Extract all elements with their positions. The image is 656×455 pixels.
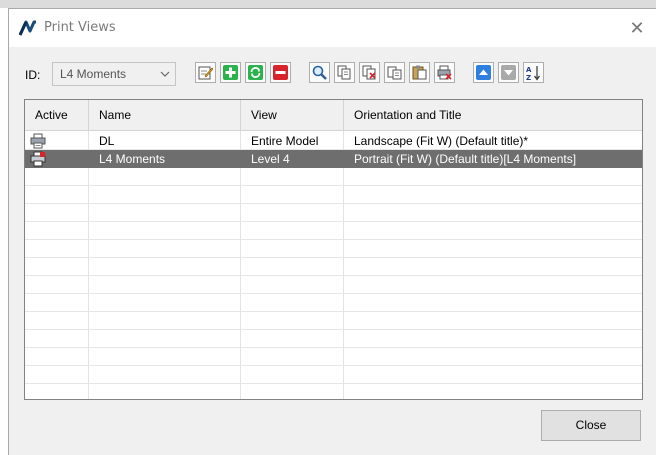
printer-active-icon	[30, 151, 46, 167]
column-divider	[88, 131, 89, 399]
print-views-dialog: Print Views ✕ ID: L4 Moments A Z Active …	[8, 8, 656, 455]
add-view-button[interactable]	[220, 62, 241, 83]
copy-delete-icon	[362, 65, 376, 80]
column-header-name[interactable]: Name	[89, 100, 241, 131]
printer-icon	[30, 133, 46, 149]
svg-text:A: A	[526, 66, 532, 74]
table-row[interactable]: DL Entire Model Landscape (Fit W) (Defau…	[25, 132, 642, 150]
close-button[interactable]: Close	[541, 410, 641, 441]
magnifier-icon	[312, 65, 327, 80]
table-row-selected[interactable]: L4 Moments Level 4 Portrait (Fit W) (Def…	[25, 150, 642, 168]
row-divider	[25, 257, 642, 258]
paste-icon	[412, 65, 427, 80]
row-orientation: Portrait (Fit W) (Default title)[L4 Mome…	[354, 152, 577, 166]
chevron-down-icon	[160, 71, 170, 77]
row-divider	[25, 347, 642, 348]
sort-az-icon: A Z	[526, 66, 540, 81]
row-view: Entire Model	[251, 134, 319, 148]
window-close-button[interactable]: ✕	[622, 14, 652, 42]
refresh-icon	[248, 65, 263, 80]
row-name: L4 Moments	[99, 152, 166, 166]
delete-view-button[interactable]	[270, 62, 291, 83]
move-down-button[interactable]	[498, 62, 519, 83]
print-delete-icon	[437, 65, 452, 80]
arrow-down-icon	[501, 65, 516, 80]
minus-icon	[273, 65, 288, 80]
sort-button[interactable]: A Z	[523, 62, 544, 83]
copy-icon	[337, 65, 351, 80]
copy-delete-button[interactable]	[359, 62, 380, 83]
row-divider	[25, 329, 642, 330]
table-header: Active Name View Orientation and Title	[25, 100, 642, 131]
column-header-view[interactable]: View	[241, 100, 344, 131]
move-up-button[interactable]	[473, 62, 494, 83]
row-view: Level 4	[251, 152, 290, 166]
id-dropdown-value: L4 Moments	[60, 67, 127, 81]
preview-button[interactable]	[309, 62, 330, 83]
row-divider	[25, 293, 642, 294]
column-divider	[343, 131, 344, 399]
id-dropdown[interactable]: L4 Moments	[52, 62, 176, 86]
window-title: Print Views	[44, 20, 116, 35]
row-divider	[25, 221, 642, 222]
paste-button[interactable]	[409, 62, 430, 83]
plus-icon	[223, 65, 238, 80]
edit-icon	[198, 66, 214, 80]
row-divider	[25, 203, 642, 204]
row-divider	[25, 185, 642, 186]
row-name: DL	[99, 134, 115, 148]
column-header-active[interactable]: Active	[25, 100, 89, 131]
paste-list-button[interactable]	[384, 62, 405, 83]
print-views-table[interactable]: Active Name View Orientation and Title D…	[24, 99, 643, 400]
paste-list-icon	[387, 66, 402, 80]
column-header-orientation[interactable]: Orientation and Title	[344, 100, 642, 131]
row-orientation: Landscape (Fit W) (Default title)*	[354, 134, 529, 148]
row-divider	[25, 383, 642, 384]
copy-button[interactable]	[334, 62, 355, 83]
row-divider	[25, 311, 642, 312]
row-divider	[25, 239, 642, 240]
app-logo-icon	[19, 20, 36, 36]
row-divider	[25, 365, 642, 366]
row-divider	[25, 275, 642, 276]
refresh-view-button[interactable]	[245, 62, 266, 83]
svg-text:Z: Z	[526, 74, 531, 81]
title-bar: Print Views ✕	[9, 9, 656, 47]
column-divider	[240, 131, 241, 399]
print-delete-button[interactable]	[434, 62, 455, 83]
background-edge	[0, 0, 656, 8]
id-label: ID:	[25, 68, 41, 82]
arrow-up-icon	[476, 65, 491, 80]
edit-view-button[interactable]	[195, 62, 216, 83]
